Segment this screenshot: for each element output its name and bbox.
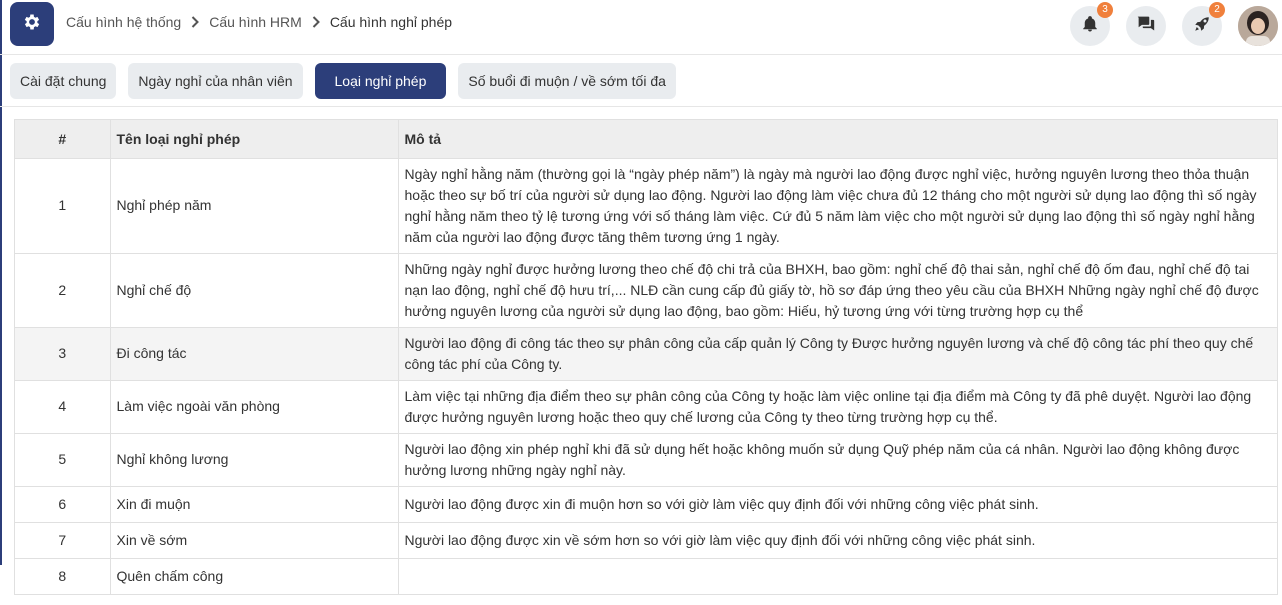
leave-type-name: Nghỉ không lương — [110, 432, 399, 486]
table-row[interactable]: 2 Nghỉ chế độ Những ngày nghỉ được hưởng… — [15, 252, 1277, 327]
leave-type-name: Xin về sớm — [110, 521, 399, 558]
breadcrumb-item-leave-config: Cấu hình nghỉ phép — [329, 14, 453, 30]
tab-general-settings[interactable]: Cài đặt chung — [10, 63, 117, 99]
column-header-number: # — [15, 120, 111, 158]
leave-type-description: Những ngày nghỉ được hưởng lương theo ch… — [398, 252, 1277, 327]
row-number: 7 — [15, 521, 111, 558]
leave-type-name: Quên chấm công — [110, 557, 399, 594]
row-number: 4 — [15, 379, 111, 433]
tab-leave-types[interactable]: Loại nghỉ phép — [314, 63, 447, 99]
leave-type-name: Làm việc ngoài văn phòng — [110, 379, 399, 433]
leave-type-description — [398, 557, 1277, 594]
settings-app-button[interactable] — [10, 2, 54, 46]
leave-type-name: Nghỉ chế độ — [110, 252, 399, 327]
updates-button[interactable]: 2 — [1182, 2, 1225, 46]
rocket-icon — [1193, 15, 1211, 38]
breadcrumb-item-hrm-config[interactable]: Cấu hình HRM — [209, 14, 302, 30]
tab-employee-leave-days[interactable]: Ngày nghỉ của nhân viên — [128, 63, 303, 99]
avatar[interactable] — [1238, 6, 1278, 46]
leave-type-description: Người lao động được xin về sớm hơn so vớ… — [398, 521, 1277, 558]
tabs-divider — [0, 106, 1282, 107]
table-row[interactable]: 7 Xin về sớm Người lao động được xin về … — [15, 521, 1277, 558]
leave-type-description: Người lao động xin phép nghỉ khi đã sử d… — [398, 432, 1277, 486]
chevron-right-icon — [191, 16, 200, 28]
breadcrumb-item-system-config[interactable]: Cấu hình hệ thống — [66, 14, 181, 30]
settings-tabs: Cài đặt chung Ngày nghỉ của nhân viên Lo… — [10, 63, 688, 99]
leave-type-description: Ngày nghỉ hằng năm (thường gọi là “ngày … — [398, 157, 1277, 253]
updates-badge: 2 — [1209, 2, 1225, 18]
gear-icon — [22, 12, 42, 37]
leave-types-table: # Tên loại nghỉ phép Mô tả 1 Nghỉ phép n… — [14, 119, 1278, 595]
table-row[interactable]: 5 Nghỉ không lương Người lao động xin ph… — [15, 432, 1277, 486]
leave-type-description: Người lao động được xin đi muộn hơn so v… — [398, 485, 1277, 522]
tab-max-late-early[interactable]: Số buổi đi muộn / về sớm tối đa — [458, 63, 676, 99]
notifications-badge: 3 — [1097, 2, 1113, 18]
bell-icon — [1081, 15, 1099, 38]
chevron-right-icon — [312, 16, 320, 28]
table-row[interactable]: 4 Làm việc ngoài văn phòng Làm việc tại … — [15, 379, 1277, 433]
leave-type-name: Đi công tác — [110, 326, 399, 380]
row-number: 5 — [15, 432, 111, 486]
table-row[interactable]: 8 Quên chấm công — [15, 557, 1277, 594]
row-number: 8 — [15, 557, 111, 594]
chat-icon — [1136, 15, 1156, 38]
column-header-description: Mô tả — [398, 120, 1277, 158]
messages-button[interactable] — [1126, 6, 1166, 46]
row-number: 1 — [15, 157, 111, 253]
row-number: 2 — [15, 252, 111, 327]
table-row[interactable]: 1 Nghỉ phép năm Ngày nghỉ hằng năm (thườ… — [15, 157, 1277, 253]
notifications-button[interactable]: 3 — [1070, 2, 1113, 46]
leave-type-name: Nghỉ phép năm — [110, 157, 399, 253]
left-edge-bar — [0, 0, 2, 565]
table-header-row: # Tên loại nghỉ phép Mô tả — [15, 120, 1277, 158]
top-header: Cấu hình hệ thống Cấu hình HRM Cấu hình … — [0, 0, 1282, 55]
row-number: 6 — [15, 485, 111, 522]
leave-type-description: Làm việc tại những địa điểm theo sự phân… — [398, 379, 1277, 433]
breadcrumb: Cấu hình hệ thống Cấu hình HRM Cấu hình … — [66, 13, 452, 31]
leave-type-name: Xin đi muộn — [110, 485, 399, 522]
table-row[interactable]: 3 Đi công tác Người lao động đi công tác… — [15, 326, 1277, 380]
leave-type-description: Người lao động đi công tác theo sự phân … — [398, 326, 1277, 380]
table-row[interactable]: 6 Xin đi muộn Người lao động được xin đi… — [15, 485, 1277, 522]
column-header-leave-type-name: Tên loại nghỉ phép — [110, 120, 399, 158]
row-number: 3 — [15, 326, 111, 380]
